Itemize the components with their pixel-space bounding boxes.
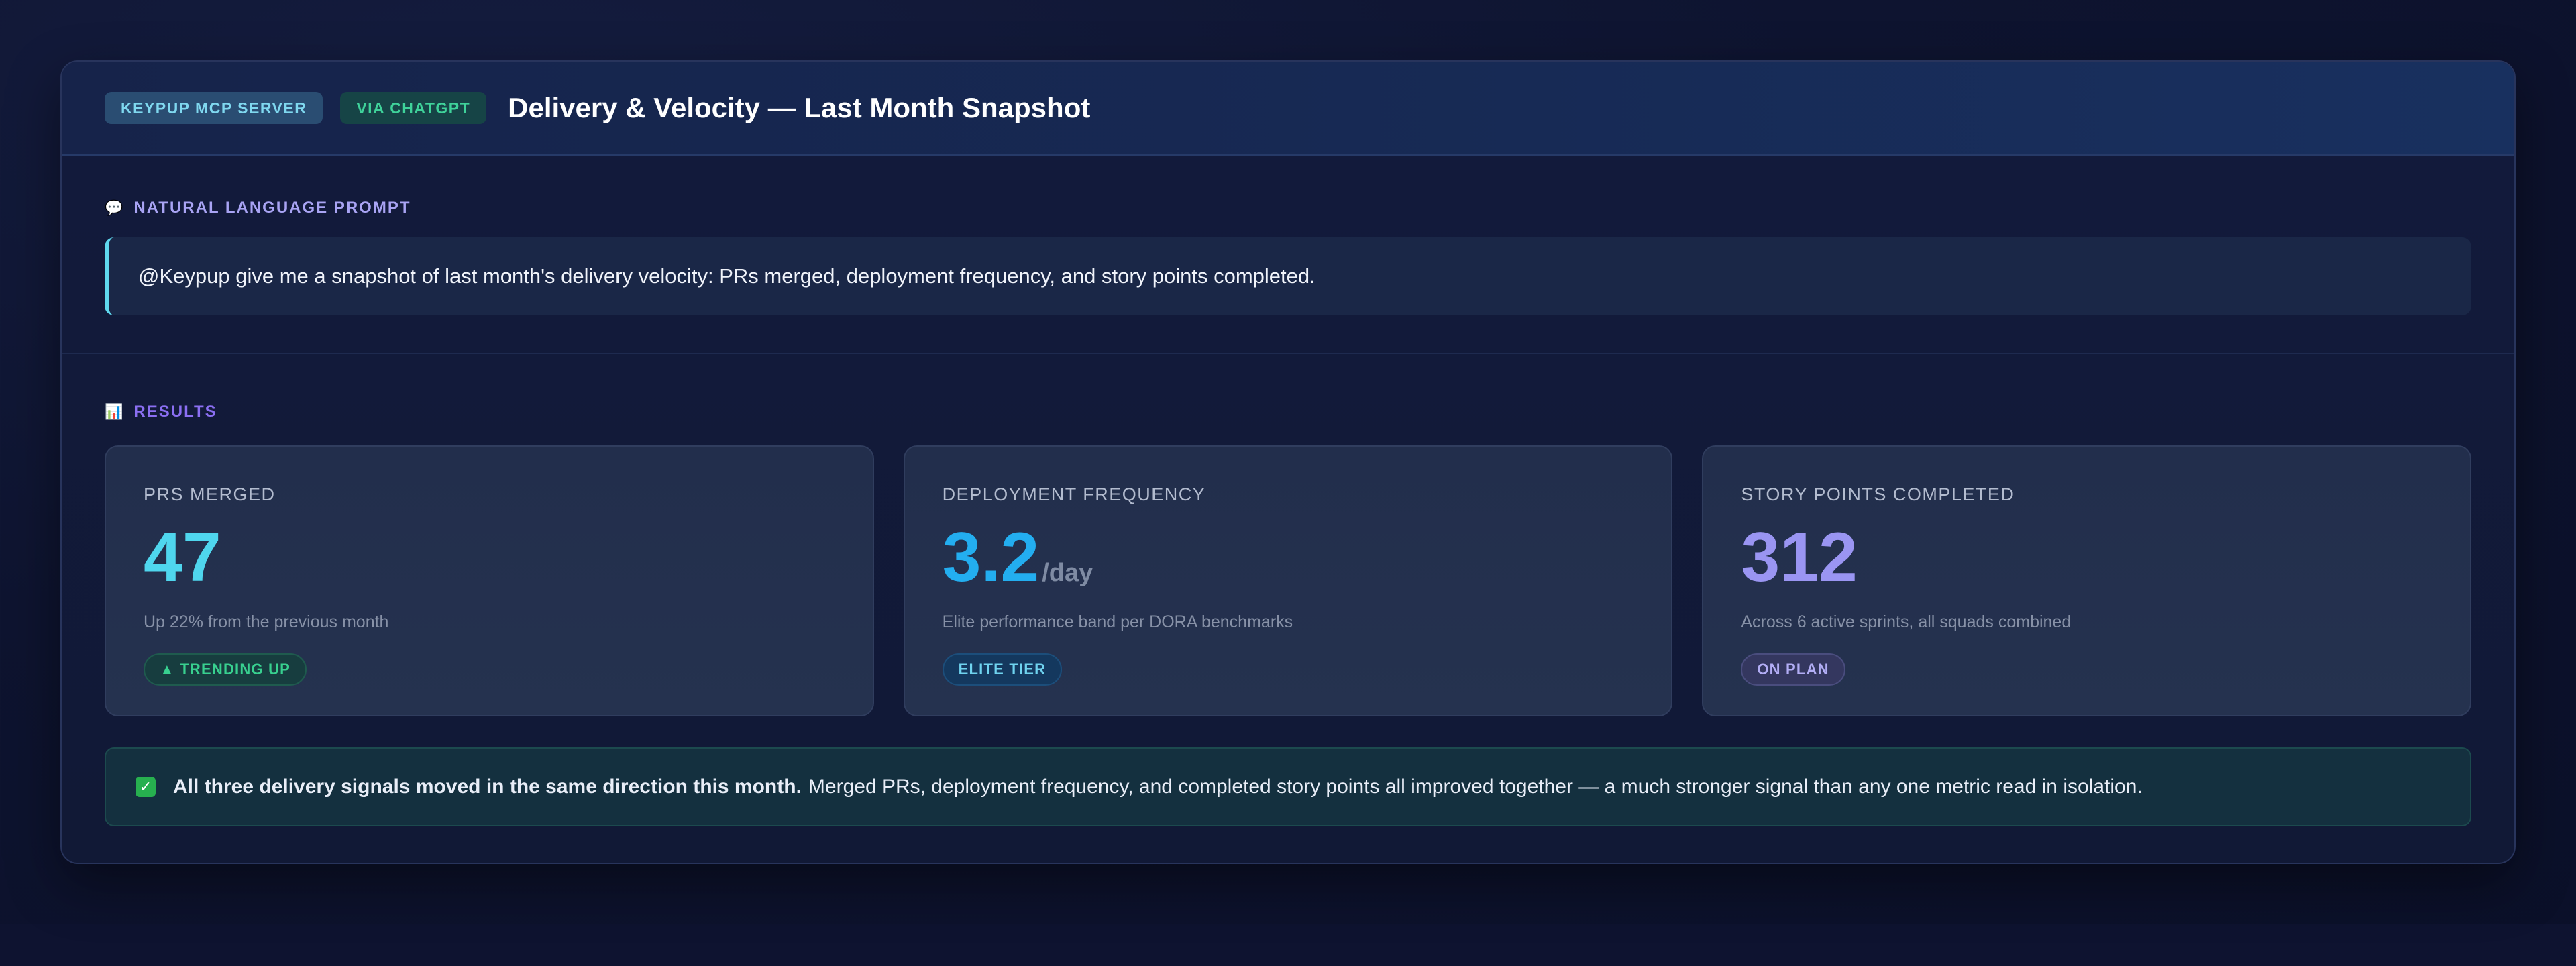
- results-label: 📊 RESULTS: [105, 402, 2471, 421]
- results-label-text: RESULTS: [133, 402, 217, 421]
- prompt-text: @Keypup give me a snapshot of last month…: [105, 237, 2471, 315]
- metric-value: 312: [1741, 519, 1858, 596]
- metric: 312: [1741, 523, 2432, 592]
- summary-body: Merged PRs, deployment frequency, and co…: [808, 775, 2143, 798]
- metric-value: 47: [144, 519, 221, 596]
- summary-bold: All three delivery signals moved in the …: [173, 775, 802, 798]
- check-box-icon: ✓: [136, 777, 156, 797]
- metric-card-deployment-frequency: DEPLOYMENT FREQUENCY 3.2 /day Elite perf…: [903, 445, 1673, 716]
- summary-text: All three delivery signals moved in the …: [173, 775, 2143, 798]
- snapshot-panel: KEYPUP MCP SERVER VIA CHATGPT Delivery &…: [60, 60, 2516, 864]
- page-footer-band: [0, 924, 2576, 966]
- speech-bubble-icon: 💬: [105, 199, 125, 216]
- metric-label: DEPLOYMENT FREQUENCY: [942, 484, 1206, 504]
- metric-unit: /day: [1042, 559, 1093, 587]
- panel-header: KEYPUP MCP SERVER VIA CHATGPT Delivery &…: [62, 62, 2514, 156]
- tier-badge: ELITE TIER: [942, 653, 1063, 686]
- page-title: Delivery & Velocity — Last Month Snapsho…: [508, 92, 1091, 123]
- prompt-section: 💬 NATURAL LANGUAGE PROMPT @Keypup give m…: [62, 156, 2514, 354]
- summary-callout: ✓ All three delivery signals moved in th…: [105, 747, 2471, 826]
- metric: 47: [144, 523, 835, 592]
- server-badge: KEYPUP MCP SERVER: [105, 92, 323, 124]
- bar-chart-icon: 📊: [105, 403, 125, 420]
- metric-cards: PRS MERGED 47 Up 22% from the previous m…: [105, 445, 2472, 716]
- metric-description: Up 22% from the previous month: [144, 612, 389, 631]
- metric-label: STORY POINTS COMPLETED: [1741, 484, 2015, 504]
- results-section: 📊 RESULTS PRS MERGED 47 Up 22% from the …: [62, 354, 2514, 826]
- metric: 3.2 /day: [943, 523, 1634, 592]
- trend-badge: ▲ TRENDING UP: [144, 653, 307, 686]
- metric-value: 3.2: [942, 519, 1040, 596]
- metric-label: PRS MERGED: [144, 484, 276, 504]
- prompt-label-text: NATURAL LANGUAGE PROMPT: [133, 199, 411, 217]
- metric-description: Elite performance band per DORA benchmar…: [942, 612, 1293, 631]
- prompt-label: 💬 NATURAL LANGUAGE PROMPT: [105, 199, 2471, 217]
- source-badge: VIA CHATGPT: [340, 92, 487, 124]
- metric-card-story-points: STORY POINTS COMPLETED 312 Across 6 acti…: [1702, 445, 2472, 716]
- metric-description: Across 6 active sprints, all squads comb…: [1741, 612, 2072, 631]
- metric-card-prs-merged: PRS MERGED 47 Up 22% from the previous m…: [105, 445, 874, 716]
- plan-badge: ON PLAN: [1741, 653, 1845, 686]
